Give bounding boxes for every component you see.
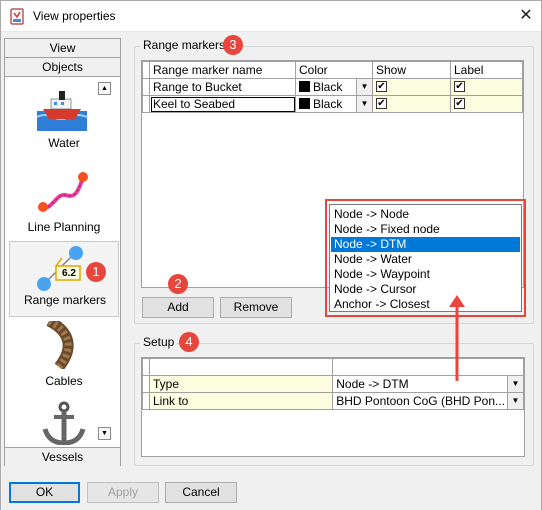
column-header: Label — [450, 61, 523, 79]
column-header: Range marker name — [149, 61, 296, 79]
show-cell[interactable]: ✔ — [372, 95, 451, 113]
apply-button[interactable]: Apply — [87, 482, 159, 503]
table-row[interactable]: Keel to Seabed Black ▼ ✔ ✔ — [142, 95, 523, 113]
color-cell[interactable]: Black ▼ — [295, 78, 373, 96]
scroll-down-button[interactable]: ▼ — [98, 427, 111, 440]
label-checkbox[interactable]: ✔ — [454, 98, 465, 110]
nav-item-water[interactable]: Water — [9, 87, 119, 157]
annotation-arrow — [449, 295, 465, 381]
chevron-down-icon[interactable]: ▼ — [356, 79, 372, 95]
row-header-cell — [142, 358, 150, 376]
show-checkbox[interactable]: ✔ — [376, 98, 387, 110]
type-options-list[interactable]: Node -> Node Node -> Fixed node Node -> … — [329, 204, 522, 312]
close-icon[interactable]: ✕ — [517, 7, 535, 25]
setting-label: Link to — [148, 392, 334, 410]
nav-item-cables[interactable]: Cables — [9, 321, 119, 391]
chevron-down-icon[interactable]: ▼ — [507, 393, 523, 409]
row-header-cell — [142, 95, 150, 113]
title-bar: View properties ✕ — [1, 1, 541, 32]
line-planning-icon — [38, 172, 88, 212]
list-item[interactable]: Node -> Fixed node — [331, 222, 520, 237]
nav-item-label: Line Planning — [27, 220, 101, 234]
window-title: View properties — [33, 9, 116, 23]
annotation-badge: 2 — [168, 274, 188, 294]
column-header: Show — [372, 61, 451, 79]
label-cell[interactable]: ✔ — [450, 95, 523, 113]
annotation-badge: 3 — [223, 35, 243, 55]
row-header-cell — [142, 392, 150, 410]
add-button[interactable]: Add — [142, 297, 214, 318]
show-checkbox[interactable]: ✔ — [376, 81, 387, 93]
cable-icon — [46, 321, 74, 369]
column-header — [332, 358, 524, 376]
setup-grid: Type Node -> DTM ▼ Link to BHD Pontoon C… — [141, 357, 525, 457]
list-item[interactable]: Node -> Waypoint — [331, 267, 520, 282]
list-item[interactable]: Node -> Node — [331, 207, 520, 222]
nav-item-label: Water — [48, 136, 80, 150]
color-swatch — [299, 98, 310, 110]
nav-item-line-planning[interactable]: Line Planning — [9, 167, 119, 237]
list-item[interactable]: Node -> Water — [331, 252, 520, 267]
boat-icon — [37, 91, 87, 131]
anchor-icon — [42, 401, 86, 445]
color-cell[interactable]: Black ▼ — [295, 95, 373, 113]
type-value: Node -> DTM — [336, 377, 409, 391]
chevron-down-icon[interactable]: ▼ — [507, 376, 523, 392]
tab-view[interactable]: View — [5, 39, 120, 58]
annotation-badge: 1 — [86, 262, 106, 282]
range-marker-value: 6.2 — [62, 268, 76, 279]
column-header — [148, 358, 334, 376]
group-title: Setup — [140, 335, 178, 349]
color-swatch — [299, 81, 310, 93]
remove-button[interactable]: Remove — [220, 297, 292, 318]
label-cell[interactable]: ✔ — [450, 78, 523, 96]
row-header-cell — [142, 61, 150, 79]
label-checkbox[interactable]: ✔ — [454, 81, 465, 93]
ok-button[interactable]: OK — [9, 482, 80, 503]
color-value: Black — [313, 80, 343, 94]
view-properties-dialog: View properties ✕ View Objects ▲ ▼ Water — [0, 0, 542, 510]
column-header: Color — [295, 61, 373, 79]
nav-item-label: Range markers — [23, 293, 107, 307]
list-item[interactable]: Anchor -> Closest — [331, 297, 520, 312]
table-row[interactable]: Link to BHD Pontoon CoG (BHD Pon... ▼ — [142, 392, 524, 410]
row-header-cell — [142, 375, 150, 393]
chevron-down-icon[interactable]: ▼ — [356, 96, 372, 112]
tab-vessels[interactable]: Vessels — [5, 447, 120, 466]
table-row[interactable]: Range to Bucket Black ▼ ✔ ✔ — [142, 78, 523, 96]
marker-name-cell[interactable]: Keel to Seabed — [149, 95, 296, 113]
tab-objects[interactable]: Objects — [5, 58, 120, 77]
object-navigator: View Objects ▲ ▼ Water Line Planning 6.2… — [4, 38, 121, 466]
type-dropdown[interactable]: Node -> DTM ▼ — [332, 375, 524, 393]
app-icon — [10, 8, 24, 25]
row-header-cell — [142, 78, 150, 96]
group-title: Range markers — [140, 38, 229, 52]
color-value: Black — [313, 97, 343, 111]
marker-name-cell[interactable]: Range to Bucket — [149, 78, 296, 96]
list-item-selected[interactable]: Node -> DTM — [331, 237, 520, 252]
link-to-value: BHD Pontoon CoG (BHD Pon... — [336, 394, 505, 408]
link-to-dropdown[interactable]: BHD Pontoon CoG (BHD Pon... ▼ — [332, 392, 524, 410]
button-bar — [1, 474, 541, 510]
show-cell[interactable]: ✔ — [372, 78, 451, 96]
setting-label: Type — [148, 375, 334, 393]
annotation-badge: 4 — [179, 332, 199, 352]
cancel-button[interactable]: Cancel — [165, 482, 237, 503]
nav-item-label: Cables — [45, 374, 83, 388]
list-item[interactable]: Node -> Cursor — [331, 282, 520, 297]
